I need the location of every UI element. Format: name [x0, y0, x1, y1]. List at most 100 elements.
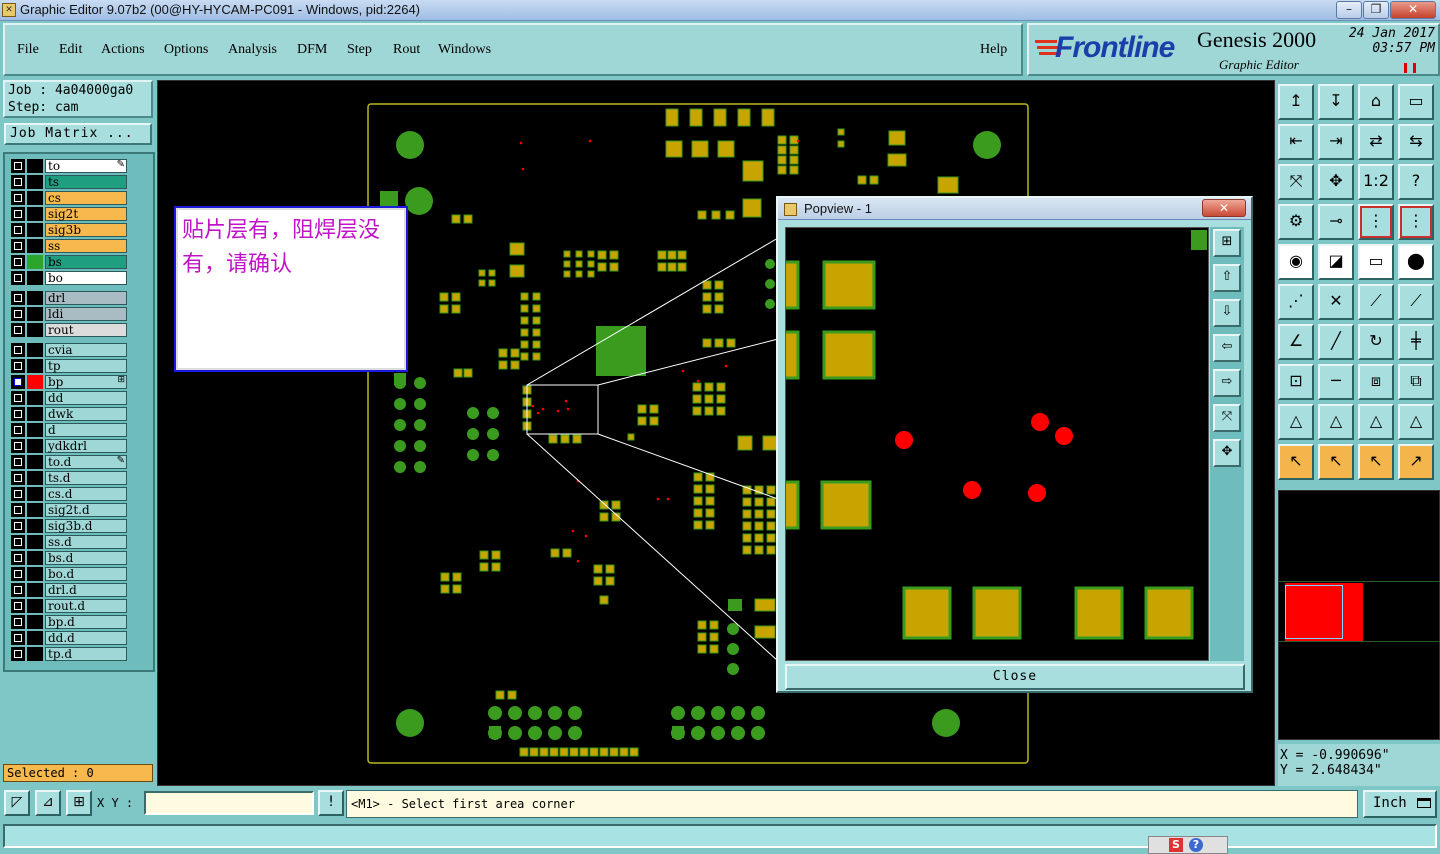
pan-down-icon[interactable]: ⇩	[1213, 299, 1241, 327]
layer-checkbox[interactable]	[11, 407, 25, 421]
layer-color-swatch[interactable]	[27, 503, 43, 517]
draw-tool-4-icon[interactable]: ╪	[1398, 324, 1434, 360]
unit-selector[interactable]: Inch	[1363, 790, 1437, 818]
layer-row-dd[interactable]: dd	[11, 391, 127, 405]
layer-row-cs-d[interactable]: cs.d	[11, 487, 127, 501]
layer-row-rout[interactable]: rout	[11, 323, 127, 337]
menu-actions[interactable]: Actions	[101, 42, 145, 58]
minimize-button[interactable]: –	[1336, 1, 1362, 19]
layer-color-swatch[interactable]	[27, 519, 43, 533]
layer-name[interactable]: d	[45, 423, 127, 437]
zoom-tool-4-icon[interactable]: ▭	[1398, 84, 1434, 120]
layer-name[interactable]: tp	[45, 359, 127, 373]
layer-checkbox[interactable]	[11, 175, 25, 189]
layer-row-cvia[interactable]: cvia	[11, 343, 127, 357]
edit-tool-1-icon[interactable]: ⋰	[1278, 284, 1314, 320]
layer-row-sig2t-d[interactable]: sig2t.d	[11, 503, 127, 517]
help-tool-4-icon[interactable]: ⋮	[1398, 204, 1434, 240]
layer-checkbox[interactable]	[11, 439, 25, 453]
pan-tool-1-icon[interactable]: ⇤	[1278, 124, 1314, 160]
layer-name[interactable]: drl.d	[45, 583, 127, 597]
shape-tool-4-icon[interactable]: △	[1398, 404, 1434, 440]
layer-color-swatch[interactable]	[27, 407, 43, 421]
popview-close-button[interactable]: Close	[785, 664, 1245, 690]
layer-checkbox[interactable]	[11, 323, 25, 337]
mode-tool-1-icon[interactable]: ◉	[1278, 244, 1314, 280]
tray-s-icon[interactable]: S	[1169, 838, 1183, 852]
layer-row-bp[interactable]: bp ⊞	[11, 375, 127, 389]
pan-left-icon[interactable]: ⇦	[1213, 334, 1241, 362]
layer-color-swatch[interactable]	[27, 239, 43, 253]
layer-color-swatch[interactable]	[27, 175, 43, 189]
layer-checkbox[interactable]	[11, 599, 25, 613]
layer-checkbox[interactable]	[11, 631, 25, 645]
xy-input[interactable]	[144, 791, 314, 815]
layer-color-swatch[interactable]	[27, 375, 43, 389]
layer-color-swatch[interactable]	[27, 583, 43, 597]
layer-row-sig2t[interactable]: sig2t	[11, 207, 127, 221]
job-matrix-button[interactable]: Job Matrix ...	[4, 123, 152, 145]
zoom-tool-3-icon[interactable]: ⌂	[1358, 84, 1394, 120]
layer-name[interactable]: ss.d	[45, 535, 127, 549]
maximize-button[interactable]: ❐	[1363, 1, 1389, 19]
layer-color-swatch[interactable]	[27, 223, 43, 237]
layer-name[interactable]: dd	[45, 391, 127, 405]
layer-checkbox[interactable]	[11, 391, 25, 405]
layer-name[interactable]: bs	[45, 255, 127, 269]
layer-name[interactable]: sig3b	[45, 223, 127, 237]
layer-checkbox[interactable]	[11, 647, 25, 661]
select-tool-4-icon[interactable]: ↗	[1398, 444, 1434, 480]
layer-checkbox[interactable]	[11, 191, 25, 205]
layer-row-dwk[interactable]: dwk	[11, 407, 127, 421]
layer-color-swatch[interactable]	[27, 207, 43, 221]
layer-checkbox[interactable]	[11, 271, 25, 285]
layer-color-swatch[interactable]	[27, 455, 43, 469]
layer-row-drl[interactable]: drl	[11, 291, 127, 305]
layer-name[interactable]: ldi	[45, 307, 127, 321]
alert-icon[interactable]: !	[318, 790, 344, 816]
measure-tool-3-icon[interactable]: ⧈	[1358, 364, 1394, 400]
layer-name[interactable]: rout	[45, 323, 127, 337]
layer-color-swatch[interactable]	[27, 391, 43, 405]
layer-row-d[interactable]: d	[11, 423, 127, 437]
layer-name[interactable]: dd.d	[45, 631, 127, 645]
layer-name[interactable]: bp	[45, 375, 127, 389]
help-tool-3-icon[interactable]: ⋮	[1358, 204, 1394, 240]
layer-color-swatch[interactable]	[27, 271, 43, 285]
menu-rout[interactable]: Rout	[393, 42, 420, 58]
layer-color-swatch[interactable]	[27, 359, 43, 373]
mode-tool-2-icon[interactable]: ◪	[1318, 244, 1354, 280]
layer-row-sig3b-d[interactable]: sig3b.d	[11, 519, 127, 533]
menu-windows[interactable]: Windows	[438, 42, 491, 58]
layer-name[interactable]: bs.d	[45, 551, 127, 565]
grid-icon[interactable]: ⊞	[66, 790, 92, 816]
layer-row-tp[interactable]: tp	[11, 359, 127, 373]
layer-checkbox[interactable]	[11, 375, 25, 389]
layer-name[interactable]: ts	[45, 175, 127, 189]
menu-dfm[interactable]: DFM	[297, 42, 327, 58]
layer-name[interactable]: ts.d	[45, 471, 127, 485]
layer-name[interactable]: bo	[45, 271, 127, 285]
pan-tool-3-icon[interactable]: ⇄	[1358, 124, 1394, 160]
layer-row-ldi[interactable]: ldi	[11, 307, 127, 321]
layer-name[interactable]: sig2t	[45, 207, 127, 221]
layer-checkbox[interactable]	[11, 255, 25, 269]
layer-color-swatch[interactable]	[27, 631, 43, 645]
layer-color-swatch[interactable]	[27, 343, 43, 357]
layer-row-bs[interactable]: bs	[11, 255, 127, 269]
zoom-in-icon[interactable]: ⤧	[1213, 404, 1241, 432]
tray-help-icon[interactable]: ?	[1189, 838, 1203, 852]
layer-checkbox[interactable]	[11, 519, 25, 533]
layer-name[interactable]: rout.d	[45, 599, 127, 613]
zoom-home-icon[interactable]: ⊞	[1213, 229, 1241, 257]
layer-row-ydkdrl[interactable]: ydkdrl	[11, 439, 127, 453]
layer-row-bo-d[interactable]: bo.d	[11, 567, 127, 581]
menu-analysis[interactable]: Analysis	[228, 42, 277, 58]
menu-step[interactable]: Step	[347, 42, 372, 58]
zoom-tool-2-icon[interactable]: ↧	[1318, 84, 1354, 120]
layer-name[interactable]: cvia	[45, 343, 127, 357]
layer-color-swatch[interactable]	[27, 159, 43, 173]
window-close-button[interactable]: ✕	[1390, 1, 1436, 19]
draw-tool-3-icon[interactable]: ↻	[1358, 324, 1394, 360]
layer-row-bo[interactable]: bo	[11, 271, 127, 285]
